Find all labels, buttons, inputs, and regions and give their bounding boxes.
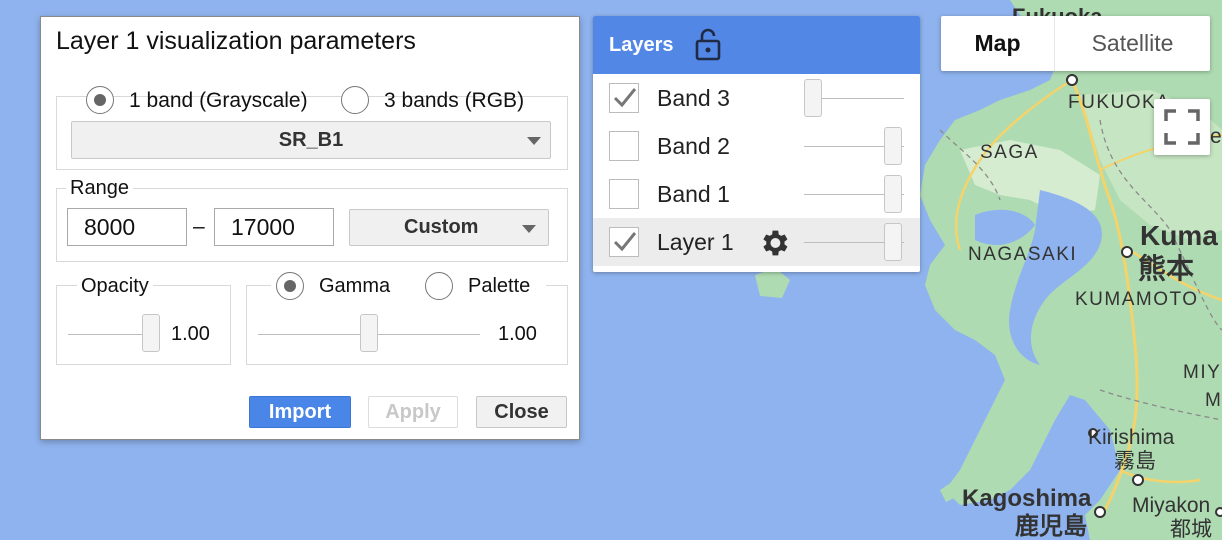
- range-separator: –: [193, 215, 205, 238]
- radio-palette-label[interactable]: Palette: [468, 275, 530, 298]
- import-button[interactable]: Import: [249, 396, 351, 428]
- map-label-kumamoto-pref: KUMAMOTO: [1075, 289, 1199, 310]
- layer-name: Band 2: [657, 133, 730, 159]
- map-type-satellite-button[interactable]: Satellite: [1054, 16, 1210, 71]
- unlock-icon[interactable]: [695, 27, 721, 61]
- radio-three-bands-label[interactable]: 3 bands (RGB): [384, 89, 524, 113]
- layer-name: Layer 1: [657, 229, 734, 255]
- opacity-label: Opacity: [77, 275, 153, 298]
- map-label-kagoshima-kanji: 鹿児島: [1015, 512, 1087, 540]
- map-label-saga: SAGA: [980, 142, 1039, 163]
- map-label-kagoshima: Kagoshima: [962, 485, 1092, 512]
- layer-checkbox[interactable]: [609, 179, 639, 209]
- layer-checkbox[interactable]: [609, 131, 639, 161]
- opacity-value: 1.00: [171, 323, 210, 345]
- layer-opacity-thumb[interactable]: [884, 175, 902, 213]
- radio-gamma-label[interactable]: Gamma: [319, 275, 390, 298]
- layer-checkbox[interactable]: [609, 227, 639, 257]
- radio-one-band[interactable]: [86, 86, 114, 114]
- map-label-miyazaki-pref-2: M: [1205, 390, 1221, 411]
- dialog-title: Layer 1 visualization parameters: [56, 27, 416, 55]
- opacity-slider-thumb[interactable]: [142, 314, 160, 352]
- range-label: Range: [66, 177, 133, 200]
- fullscreen-icon: [1164, 109, 1200, 145]
- chevron-down-icon: [522, 225, 536, 233]
- close-button[interactable]: Close: [476, 396, 567, 428]
- map-label-miyakonojo-kanji: 都城: [1170, 518, 1212, 540]
- map-type-map-button[interactable]: Map: [941, 16, 1054, 71]
- radio-palette[interactable]: [425, 272, 453, 300]
- gamma-slider-thumb[interactable]: [360, 314, 378, 352]
- visualization-dialog: Layer 1 visualization parameters 1 band …: [40, 16, 580, 440]
- layer-opacity-thumb[interactable]: [884, 127, 902, 165]
- layers-title: Layers: [609, 34, 674, 56]
- layer-row[interactable]: Band 1: [593, 170, 920, 218]
- map-label-nagasaki: NAGASAKI: [968, 244, 1077, 265]
- map-label-kumamoto-kanji: 熊本: [1138, 252, 1194, 284]
- gear-icon[interactable]: [757, 226, 791, 260]
- band-select-value: SR_B1: [278, 129, 344, 151]
- range-mode-select[interactable]: Custom: [349, 209, 549, 246]
- layer-opacity-thumb[interactable]: [804, 79, 822, 117]
- range-mode-value: Custom: [404, 216, 479, 238]
- layers-header[interactable]: Layers: [593, 16, 920, 74]
- layer-name: Band 3: [657, 85, 730, 111]
- check-icon: [613, 88, 637, 108]
- map-label-kirishima: Kirishima: [1088, 426, 1175, 449]
- map-label-miyazaki-pref: MIY: [1183, 362, 1221, 383]
- layer-opacity-thumb[interactable]: [884, 223, 902, 261]
- range-min-input[interactable]: [67, 208, 187, 246]
- radio-one-band-label[interactable]: 1 band (Grayscale): [129, 89, 308, 113]
- check-icon: [613, 232, 637, 252]
- layer-checkbox[interactable]: [609, 83, 639, 113]
- layer-row[interactable]: Band 3: [593, 74, 920, 122]
- map-label-kirishima-kanji: 霧島: [1114, 450, 1156, 473]
- radio-three-bands[interactable]: [341, 86, 369, 114]
- map-label-kumamoto-city: Kuma: [1140, 220, 1218, 251]
- map-label-miyakonojo: Miyakon: [1132, 494, 1210, 517]
- layer-row[interactable]: Band 2: [593, 122, 920, 170]
- chevron-down-icon: [527, 137, 541, 145]
- layers-panel: Layers Band 3 Band 2 Band 1 Layer 1: [593, 16, 920, 272]
- band-select[interactable]: SR_B1: [71, 121, 551, 159]
- layer-name: Band 1: [657, 181, 730, 207]
- gamma-value: 1.00: [498, 323, 537, 345]
- radio-gamma[interactable]: [276, 272, 304, 300]
- apply-button[interactable]: Apply: [368, 396, 458, 428]
- map-type-control: Map Satellite: [941, 16, 1210, 71]
- range-max-input[interactable]: [214, 208, 334, 246]
- layer-row[interactable]: Layer 1: [593, 218, 920, 266]
- map-label-edge: e: [1210, 125, 1222, 148]
- fullscreen-button[interactable]: [1154, 99, 1210, 155]
